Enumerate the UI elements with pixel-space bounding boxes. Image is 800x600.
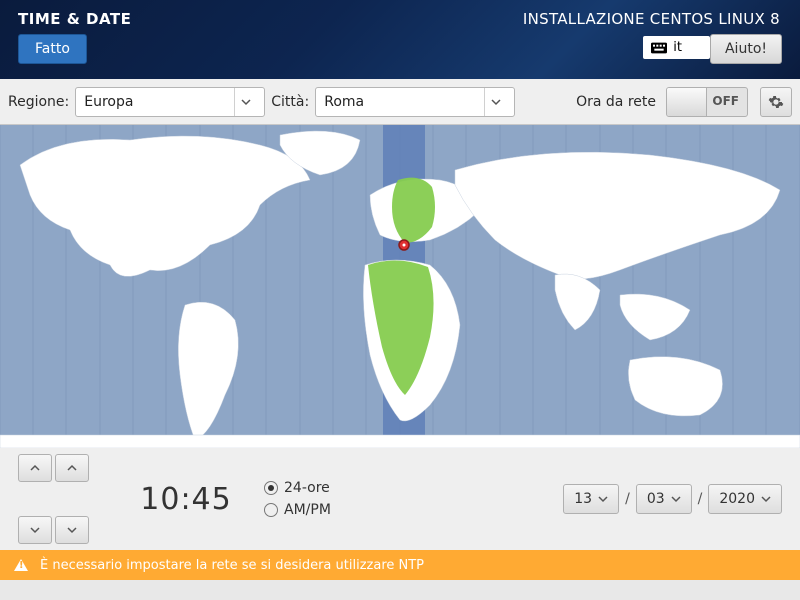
- done-button[interactable]: Fatto: [18, 34, 87, 64]
- product-title: INSTALLAZIONE CENTOS LINUX 8: [523, 10, 780, 28]
- region-value: Europa: [84, 94, 228, 110]
- city-label: Città:: [271, 94, 309, 110]
- hours-down-button[interactable]: [18, 516, 52, 544]
- chevron-down-icon: [234, 88, 256, 116]
- region-label: Regione:: [8, 94, 69, 110]
- time-display: 10:45: [136, 482, 236, 517]
- month-dropdown[interactable]: 03: [636, 484, 692, 514]
- warning-icon: [14, 559, 28, 571]
- switch-state-label: OFF: [712, 94, 739, 108]
- settings-toolbar: Regione: Europa Città: Roma Ora da rete …: [0, 79, 800, 125]
- warning-text: È necessario impostare la rete se si des…: [40, 558, 424, 573]
- network-time-label: Ora da rete: [576, 94, 656, 110]
- radio-icon: [264, 503, 278, 517]
- city-combobox[interactable]: Roma: [315, 87, 515, 117]
- location-pin-icon: [399, 240, 409, 250]
- time-spinner: [18, 454, 89, 544]
- radio-icon: [264, 481, 278, 495]
- chevron-down-icon: [761, 494, 771, 504]
- timezone-map[interactable]: [0, 125, 800, 448]
- keyboard-icon: [651, 42, 667, 54]
- year-dropdown[interactable]: 2020: [708, 484, 782, 514]
- keyboard-indicator[interactable]: it: [643, 36, 710, 59]
- day-dropdown[interactable]: 13: [563, 484, 619, 514]
- help-button[interactable]: Aiuto!: [710, 34, 782, 64]
- page-title: TIME & DATE: [18, 10, 131, 28]
- time-format-group: 24-ore AM/PM: [264, 480, 331, 518]
- date-picker: 13 / 03 / 2020: [563, 484, 782, 514]
- region-combobox[interactable]: Europa: [75, 87, 265, 117]
- minutes-up-button[interactable]: [55, 454, 89, 482]
- gear-icon: [768, 94, 784, 110]
- network-time-switch[interactable]: OFF: [666, 87, 748, 117]
- header-bar: TIME & DATE Fatto INSTALLAZIONE CENTOS L…: [0, 0, 800, 79]
- chevron-down-icon: [484, 88, 506, 116]
- chevron-down-icon: [598, 494, 608, 504]
- format-ampm-radio[interactable]: AM/PM: [264, 502, 331, 518]
- chevron-down-icon: [671, 494, 681, 504]
- hours-up-button[interactable]: [18, 454, 52, 482]
- switch-knob: [667, 88, 707, 116]
- keyboard-layout-label: it: [673, 40, 682, 55]
- city-value: Roma: [324, 94, 478, 110]
- format-24h-radio[interactable]: 24-ore: [264, 480, 331, 496]
- ntp-settings-button[interactable]: [760, 87, 792, 117]
- minutes-down-button[interactable]: [55, 516, 89, 544]
- warning-bar: È necessario impostare la rete se si des…: [0, 550, 800, 580]
- datetime-controls: 10:45 24-ore AM/PM 13 / 03 / 2020: [0, 448, 800, 550]
